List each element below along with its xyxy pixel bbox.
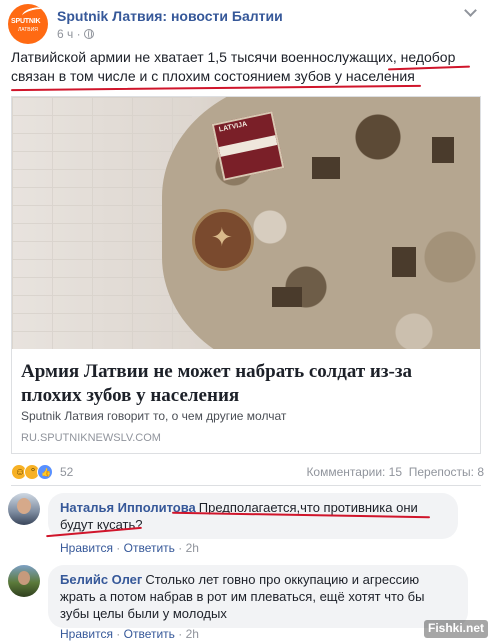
page-avatar[interactable]: SPUTNIK ЛАТВИЯ [8, 4, 48, 44]
globe-icon [83, 29, 94, 39]
camo-block [312, 157, 340, 179]
post-meta: 6 ч · [57, 27, 94, 41]
camo-block [272, 287, 302, 307]
comment-actions: Нравится · Ответить · 2h [60, 541, 199, 555]
camo-block [392, 247, 416, 277]
comment-time[interactable]: 2h [186, 627, 199, 641]
reaction-count: 52 [60, 465, 74, 479]
chevron-down-icon[interactable] [464, 4, 477, 17]
unit-patch-icon [192, 209, 254, 271]
comments-count-link[interactable]: Комментарии: 15 [306, 465, 402, 479]
comment: Белийс Олег Столько лет говно про оккупац… [8, 565, 484, 642]
link-title[interactable]: Армия Латвии не может набрать солдат из-… [21, 360, 471, 408]
reply-button[interactable]: Ответить [124, 627, 175, 641]
post-time[interactable]: 6 ч [57, 27, 73, 41]
comment-bubble: Белийс Олег Столько лет говно про оккупац… [48, 565, 468, 628]
avatar[interactable] [8, 565, 40, 597]
reply-button[interactable]: Ответить [124, 541, 175, 555]
post-stats: Комментарии: 15 Перепосты: 8 [306, 465, 484, 479]
shares-count-link[interactable]: Перепосты: 8 [409, 465, 484, 479]
page-name-link[interactable]: Sputnik Латвия: новости Балтии [57, 8, 283, 24]
patch-label: LATVIJA [218, 120, 248, 134]
camo-block [432, 137, 454, 163]
article-image[interactable]: LATVIJA [12, 97, 480, 349]
flag-stripe [218, 135, 278, 157]
comment-time[interactable]: 2h [186, 541, 199, 555]
comment: Наталья Ипполитова Предполагается,что про… [8, 493, 484, 557]
comment-actions: Нравится · Ответить · 2h [60, 627, 199, 641]
logo-word: SPUTNIK [11, 18, 41, 25]
post-text-part1: Латвийской армии не хватает 1,5 тысячи в… [11, 49, 401, 65]
watermark: Fishki.net [423, 620, 488, 638]
link-preview-card[interactable]: LATVIJA Армия Латвии не может набрать со… [11, 96, 481, 454]
logo-sub: ЛАТВИЯ [18, 27, 38, 33]
like-reaction-icon [37, 464, 54, 480]
comment-author[interactable]: Белийс Олег [60, 572, 142, 587]
divider [11, 485, 481, 486]
like-comment-button[interactable]: Нравится [60, 627, 113, 641]
like-comment-button[interactable]: Нравится [60, 541, 113, 555]
link-description: Sputnik Латвия говорит то, о чем другие … [21, 409, 287, 423]
post-header: SPUTNIK ЛАТВИЯ Sputnik Латвия: новости Б… [0, 0, 492, 46]
avatar[interactable] [8, 493, 40, 525]
link-domain: RU.SPUTNIKNEWSLV.COM [21, 432, 161, 444]
